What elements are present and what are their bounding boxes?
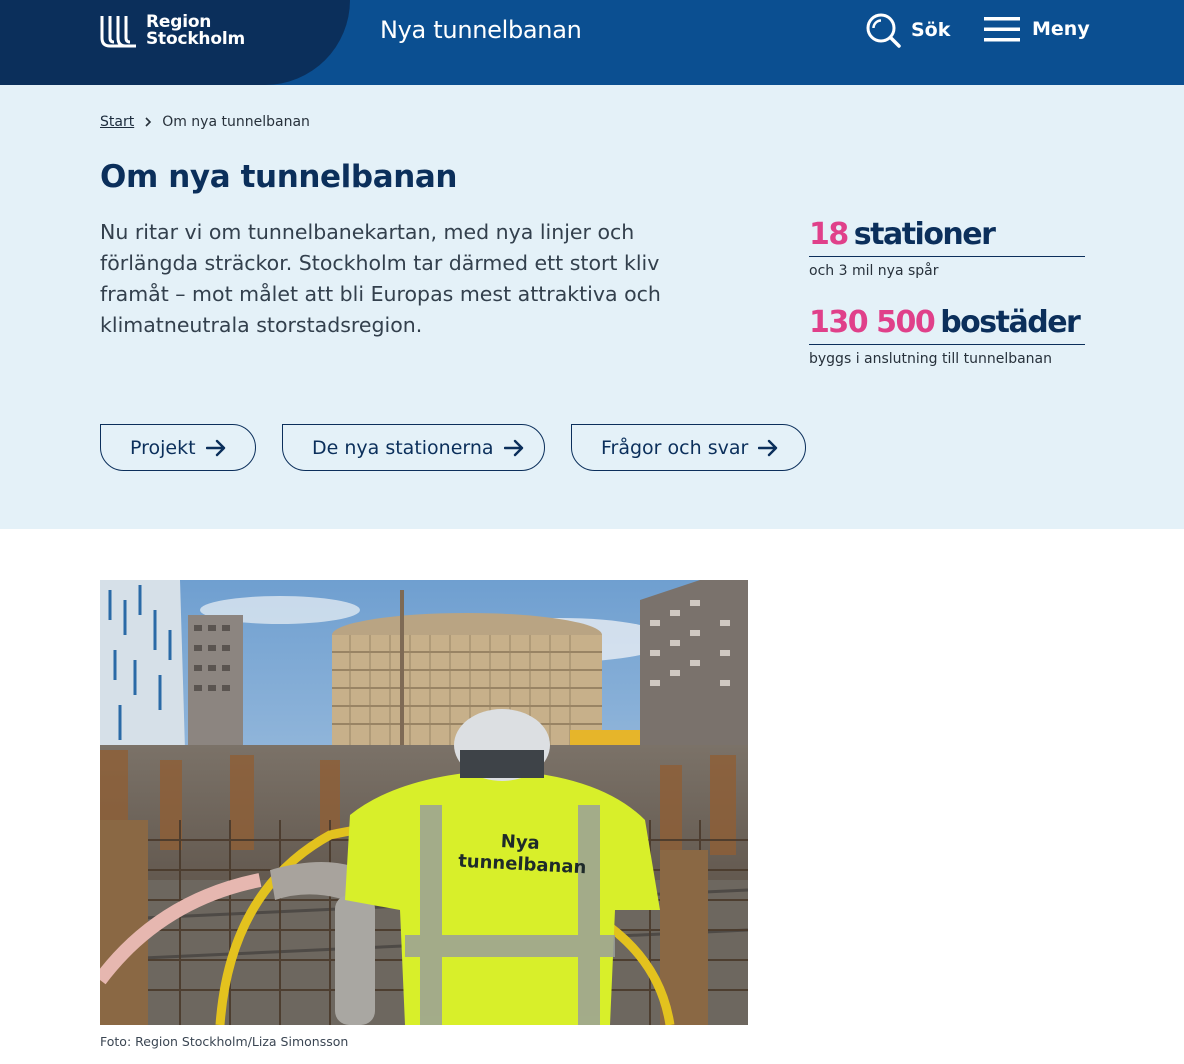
grey-tower <box>188 615 243 750</box>
breadcrumb-current: Om nya tunnelbanan <box>162 114 310 130</box>
page-title: Om nya tunnelbanan <box>100 159 458 195</box>
left-tower <box>100 580 185 750</box>
lead-paragraph: Nu ritar vi om tunnelbanekartan, med nya… <box>100 220 661 337</box>
logo-zone: Region Stockholm <box>0 0 350 85</box>
stat-number: 18 <box>809 217 849 252</box>
search-button[interactable]: Sök <box>865 12 950 48</box>
vest-line-1: Nya <box>500 831 540 854</box>
button-label: Projekt <box>130 436 196 459</box>
breadcrumb-start-link[interactable]: Start <box>100 114 134 130</box>
stat-word: bostäder <box>940 305 1081 340</box>
stat-heading: 18 stationer <box>809 217 1085 257</box>
stat-word: stationer <box>853 217 996 252</box>
fragor-och-svar-button[interactable]: Frågor och svar <box>571 424 806 471</box>
breadcrumb: Start Om nya tunnelbanan <box>100 114 310 130</box>
menu-label: Meny <box>1032 18 1090 40</box>
button-label: De nya stationerna <box>312 436 494 459</box>
arrow-right-icon <box>503 439 523 456</box>
site-title[interactable]: Nya tunnelbanan <box>380 16 582 44</box>
hero-photo: Nya tunnelbanan <box>100 580 748 1025</box>
region-stockholm-logo-mark-icon <box>100 16 136 48</box>
search-label: Sök <box>911 19 951 41</box>
projekt-button[interactable]: Projekt <box>100 424 256 471</box>
region-stockholm-logo[interactable]: Region Stockholm <box>100 14 245 48</box>
arrow-right-icon <box>758 439 778 456</box>
construction-worker-photo: Nya tunnelbanan <box>100 580 748 1025</box>
nya-stationerna-button[interactable]: De nya stationerna <box>282 424 545 471</box>
photo-caption: Foto: Region Stockholm/Liza Simonsson <box>100 1034 349 1049</box>
stat-heading: 130 500 bostäder <box>809 305 1085 345</box>
stat-subtext: byggs i anslutning till tunnelbanan <box>809 351 1053 367</box>
logo-text: Region Stockholm <box>146 14 245 48</box>
stat-housing: 130 500 bostäder byggs i anslutning till… <box>809 305 1085 367</box>
menu-button[interactable]: Meny <box>984 14 1090 44</box>
stat-number: 130 500 <box>809 305 936 340</box>
hamburger-menu-icon <box>984 17 1020 42</box>
hero-section: Start Om nya tunnelbanan Om nya tunnelba… <box>0 85 1184 529</box>
stat-stations: 18 stationer och 3 mil nya spår <box>809 217 1085 279</box>
stat-subtext: och 3 mil nya spår <box>809 263 939 279</box>
site-header: Region Stockholm Nya tunnelbanan Sök Men… <box>0 0 1184 85</box>
search-icon <box>866 13 901 48</box>
chevron-right-icon <box>145 117 152 127</box>
arrow-right-icon <box>205 439 225 456</box>
logo-line-2: Stockholm <box>146 29 245 49</box>
button-label: Frågor och svar <box>601 436 749 459</box>
